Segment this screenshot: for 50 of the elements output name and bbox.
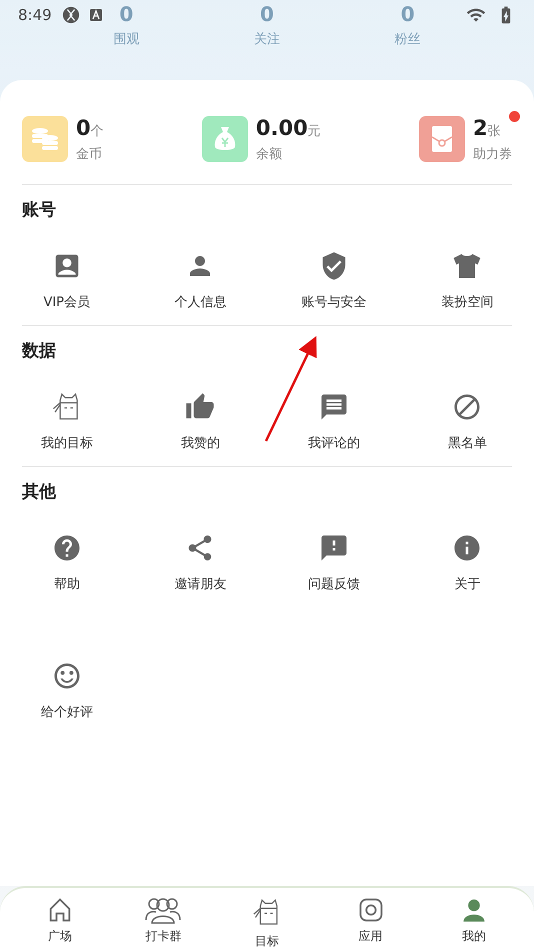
stat-label: 关注 bbox=[254, 31, 280, 48]
wallet-tile[interactable] bbox=[202, 116, 248, 162]
people-icon bbox=[144, 896, 182, 924]
wallet-tile[interactable] bbox=[418, 116, 465, 162]
wallet-label: 助力券 bbox=[472, 146, 512, 163]
info-icon bbox=[452, 533, 482, 563]
menu-item-label[interactable]: 我评论的 bbox=[308, 434, 360, 452]
menu-item-label[interactable]: 邀请朋友 bbox=[174, 575, 226, 593]
coins-icon bbox=[31, 126, 59, 152]
menu-item-label[interactable]: 账号与安全 bbox=[301, 293, 366, 311]
aperture-icon bbox=[62, 6, 80, 24]
envelope-icon bbox=[430, 125, 453, 153]
menu-item-label[interactable]: 黑名单 bbox=[448, 434, 487, 452]
nav-label[interactable]: 我的 bbox=[462, 928, 486, 945]
nav-label[interactable]: 广场 bbox=[48, 928, 72, 945]
wallet-value: 2张 bbox=[472, 115, 502, 142]
wallet-tile[interactable] bbox=[22, 116, 68, 162]
menu-item-label[interactable]: 关于 bbox=[454, 575, 480, 593]
money-bag-icon bbox=[212, 125, 237, 153]
wallet-label: 金币 bbox=[76, 146, 103, 163]
stat-label: 围观 bbox=[113, 31, 140, 48]
stat-value: 0 bbox=[119, 2, 134, 26]
menu-item-label[interactable]: 帮助 bbox=[54, 575, 80, 593]
feedback-icon bbox=[318, 533, 349, 563]
help-icon bbox=[52, 533, 82, 563]
nav-label[interactable]: 打卡群 bbox=[145, 928, 182, 945]
smiley-icon bbox=[52, 661, 82, 691]
menu-item-label[interactable]: 装扮空间 bbox=[441, 293, 494, 311]
wallet-value: 0个 bbox=[76, 115, 104, 142]
menu-item-label[interactable]: 问题反馈 bbox=[308, 575, 360, 593]
camera-icon bbox=[356, 896, 385, 924]
wallet-label: 余额 bbox=[256, 146, 283, 163]
section-title: 账号 bbox=[22, 199, 57, 221]
nav-label[interactable]: 应用 bbox=[358, 928, 383, 945]
menu-item-label[interactable]: 给个好评 bbox=[40, 703, 93, 721]
status-time: 8:49 bbox=[18, 6, 52, 24]
block-icon bbox=[452, 392, 482, 422]
menu-item-label[interactable]: 个人信息 bbox=[174, 293, 226, 311]
keyboard-icon bbox=[90, 9, 102, 21]
wallet-value: 0.00元 bbox=[256, 115, 321, 142]
section-title: 数据 bbox=[22, 340, 57, 362]
section-title: 其他 bbox=[22, 481, 58, 503]
menu-item-label[interactable]: VIP会员 bbox=[43, 293, 90, 311]
stat-label: 粉丝 bbox=[394, 31, 421, 48]
comment-icon bbox=[318, 392, 349, 422]
stat-value: 0 bbox=[260, 2, 274, 26]
stat-value: 0 bbox=[400, 2, 415, 26]
nav-label[interactable]: 目标 bbox=[254, 933, 279, 950]
menu-item-label[interactable]: 我的目标 bbox=[40, 434, 93, 452]
menu-item-label[interactable]: 我赞的 bbox=[180, 434, 220, 452]
